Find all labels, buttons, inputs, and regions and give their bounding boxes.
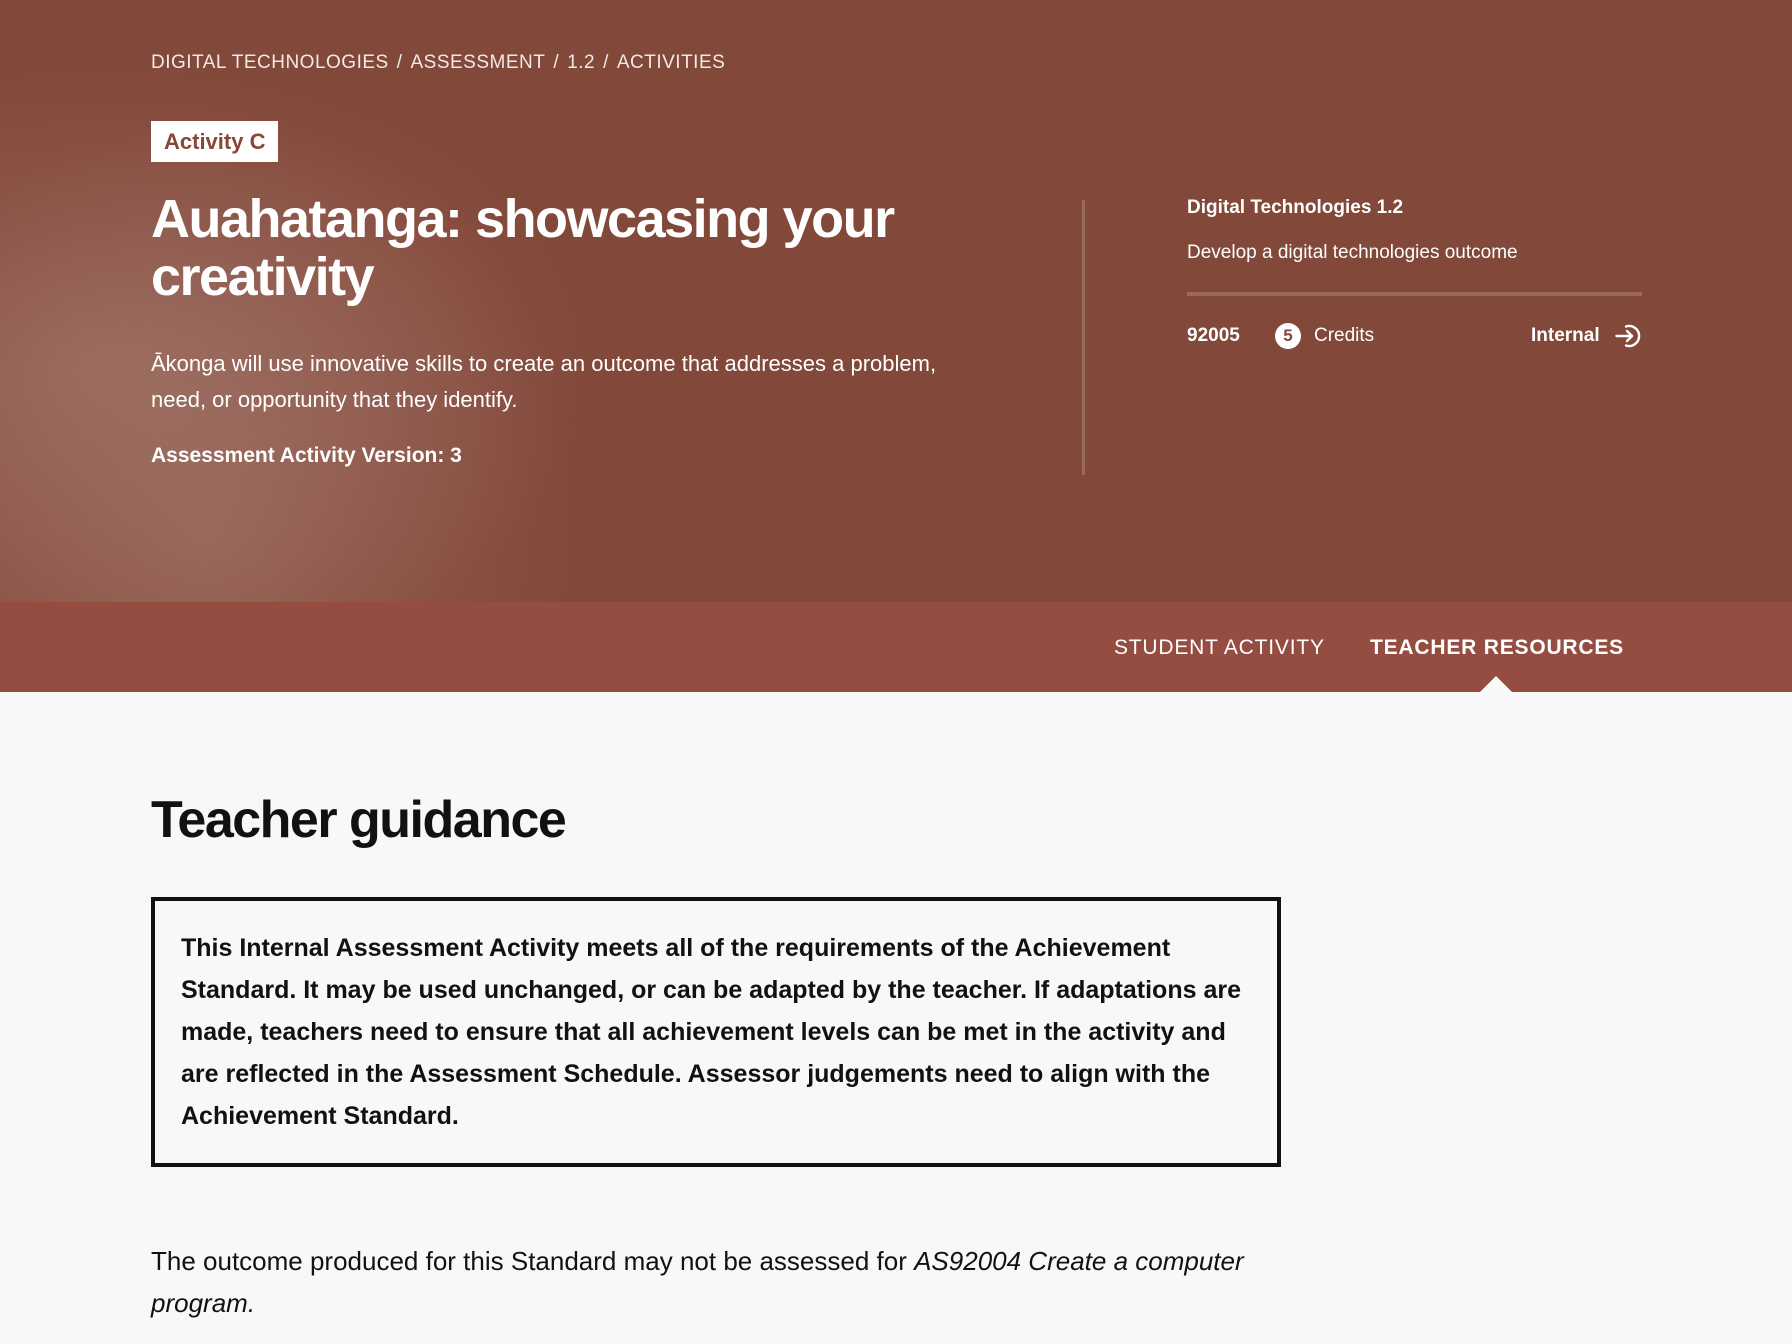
guidance-notice-box: This Internal Assessment Activity meets … xyxy=(151,897,1281,1167)
breadcrumb-level[interactable]: 1.2 xyxy=(567,52,595,73)
standard-number: 92005 xyxy=(1187,325,1240,346)
breadcrumb-separator: / xyxy=(553,52,560,73)
outcome-paragraph: The outcome produced for this Standard m… xyxy=(151,1240,1291,1324)
guidance-notice-text: This Internal Assessment Activity meets … xyxy=(181,934,1241,1130)
standard-description: Develop a digital technologies outcome xyxy=(1187,242,1518,263)
tab-student-activity[interactable]: STUDENT ACTIVITY xyxy=(1114,636,1325,660)
hero-banner: DIGITAL TECHNOLOGIES / ASSESSMENT / 1.2 / ACTI… xyxy=(0,0,1792,602)
outcome-text: The outcome produced for this Standard m… xyxy=(151,1246,915,1276)
activity-description: Ākonga will use innovative skills to cre… xyxy=(151,351,937,412)
standard-divider xyxy=(1187,292,1642,296)
credits-count-badge: 5 xyxy=(1275,323,1301,349)
credits-label: Credits xyxy=(1314,325,1375,346)
standard-title: Digital Technologies 1.2 xyxy=(1187,197,1404,218)
active-tab-indicator xyxy=(1480,676,1512,692)
activity-version: Assessment Activity Version: 3 xyxy=(151,444,462,467)
breadcrumb: DIGITAL TECHNOLOGIES / ASSESSMENT / 1.2 / ACTI… xyxy=(151,52,725,74)
section-heading: Teacher guidance xyxy=(151,791,567,849)
breadcrumb-separator: / xyxy=(603,52,609,73)
breadcrumb-separator: / xyxy=(396,52,403,73)
tab-teacher-resources[interactable]: TEACHER RESOURCES xyxy=(1370,636,1624,660)
internal-arrow-icon xyxy=(1615,324,1641,348)
tab-bar: STUDENT ACTIVITY TEACHER RESOURCES xyxy=(0,602,1792,692)
activity-badge: Activity C xyxy=(151,121,279,162)
breadcrumb-activities[interactable]: ACTIVITIES xyxy=(617,52,725,73)
breadcrumb-assessment[interactable]: ASSESSMENT xyxy=(410,52,545,73)
assessment-type-label: Internal xyxy=(1531,325,1600,346)
page-title: Auahatanga: showcasing your creativity xyxy=(151,189,895,307)
vertical-divider xyxy=(1082,200,1085,475)
breadcrumb-digital-technologies[interactable]: DIGITAL TECHNOLOGIES xyxy=(151,52,389,73)
